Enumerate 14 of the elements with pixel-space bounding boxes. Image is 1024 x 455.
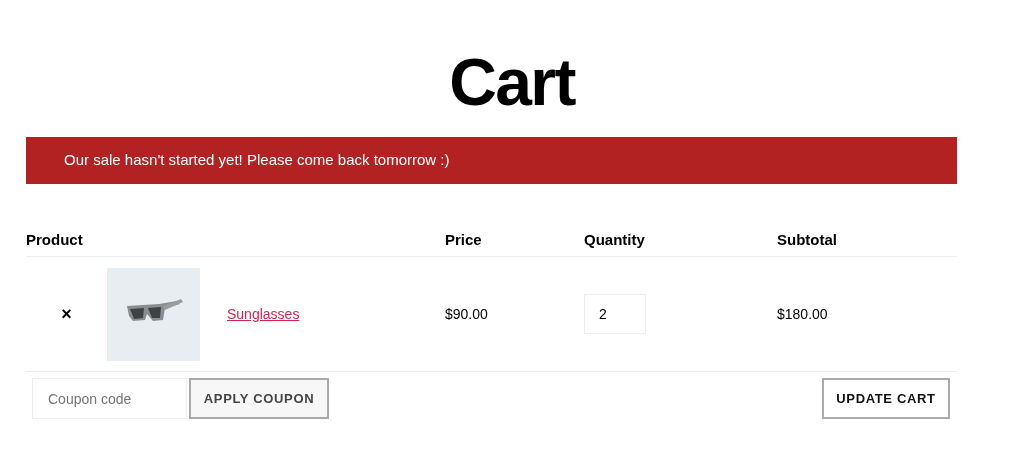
quantity-field[interactable]: 2 (584, 294, 646, 334)
coupon-field[interactable]: Coupon code (32, 378, 187, 419)
notice-banner: Our sale hasn't started yet! Please come back tomorrow :) (26, 137, 957, 184)
page-title: Cart (449, 44, 575, 121)
column-header: Price (445, 230, 482, 248)
update-cart-button[interactable]: UPDATE CART (822, 378, 950, 419)
apply-coupon-button[interactable]: APPLY COUPON (189, 378, 329, 419)
price-cell: $90.00 (445, 305, 488, 322)
column-header: Quantity (584, 230, 645, 248)
subtotal-cell: $180.00 (777, 305, 828, 322)
remove-button[interactable]: × (61, 305, 72, 323)
column-header: Subtotal (777, 230, 837, 248)
product-link[interactable]: Sunglasses (227, 305, 300, 322)
column-header: Product (26, 230, 83, 248)
